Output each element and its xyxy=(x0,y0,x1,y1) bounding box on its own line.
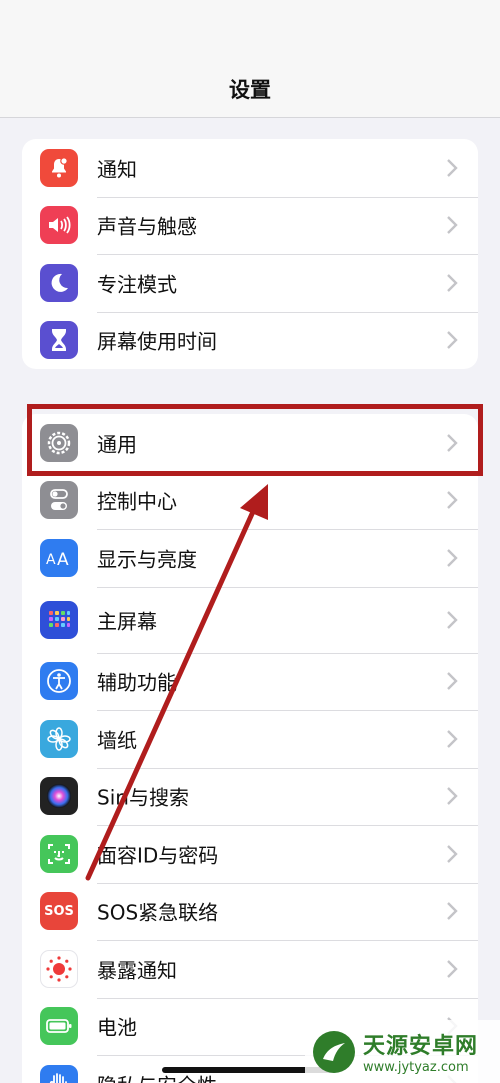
settings-item-display[interactable]: AA 显示与亮度 xyxy=(22,529,478,587)
settings-item-label: 专注模式 xyxy=(97,272,177,297)
settings-item-wallpaper[interactable]: 墙纸 xyxy=(22,710,478,768)
toggles-icon xyxy=(40,481,78,520)
settings-item-label: 墙纸 xyxy=(97,728,137,753)
sos-icon: SOS xyxy=(40,892,78,931)
flower-icon xyxy=(40,719,78,758)
accessibility-icon xyxy=(40,662,78,701)
chevron-right-icon xyxy=(447,548,458,567)
face-id-icon xyxy=(40,834,78,873)
svg-text:A: A xyxy=(46,552,56,568)
settings-item-sounds[interactable]: 声音与触感 xyxy=(22,196,478,255)
settings-item-label: 控制中心 xyxy=(97,489,177,514)
settings-item-label: 屏幕使用时间 xyxy=(97,329,217,354)
settings-item-accessibility[interactable]: 辅助功能 xyxy=(22,652,478,711)
settings-item-screen-time[interactable]: 屏幕使用时间 xyxy=(22,311,478,370)
page-title: 设置 xyxy=(229,78,271,102)
exposure-icon xyxy=(40,949,78,988)
settings-item-label: 显示与亮度 xyxy=(97,547,197,572)
settings-group-1: 通知 声音与触感 专注模式 屏幕使用时间 xyxy=(22,139,478,369)
settings-item-siri[interactable]: Siri与搜索 xyxy=(22,767,478,826)
settings-group-2: 通用 控制中心 AA 显示与亮度 主屏幕 辅助功能 墙纸 Siri与搜索 面容I… xyxy=(22,414,478,1083)
chevron-right-icon xyxy=(447,158,458,177)
chevron-right-icon xyxy=(447,844,458,863)
settings-item-label: 面容ID与密码 xyxy=(97,843,219,868)
app-grid-icon xyxy=(40,600,78,639)
notification-bell-icon xyxy=(40,148,78,187)
watermark-url: www.jytyaz.com xyxy=(363,1060,469,1075)
gear-icon xyxy=(40,423,78,462)
chevron-right-icon xyxy=(447,273,458,292)
settings-item-label: 辅助功能 xyxy=(97,670,177,695)
hourglass-icon xyxy=(40,321,78,360)
settings-item-label: 通知 xyxy=(97,157,137,182)
chevron-right-icon xyxy=(447,959,458,978)
speaker-icon xyxy=(40,206,78,245)
watermark: 天源安卓网 www.jytyaz.com xyxy=(305,1020,500,1083)
settings-item-control-center[interactable]: 控制中心 xyxy=(22,471,478,530)
battery-icon xyxy=(40,1007,78,1046)
settings-item-label: 声音与触感 xyxy=(97,214,197,239)
chevron-right-icon xyxy=(447,216,458,235)
watermark-logo-icon xyxy=(313,1030,355,1073)
chevron-right-icon xyxy=(447,672,458,691)
chevron-right-icon xyxy=(447,729,458,748)
moon-icon xyxy=(40,263,78,302)
chevron-right-icon xyxy=(447,902,458,921)
settings-item-label: 暴露通知 xyxy=(97,958,177,983)
chevron-right-icon xyxy=(447,491,458,510)
svg-text:A: A xyxy=(57,550,69,569)
settings-item-home-screen[interactable]: 主屏幕 xyxy=(22,586,478,653)
settings-item-face-id[interactable]: 面容ID与密码 xyxy=(22,825,478,883)
chevron-right-icon xyxy=(447,331,458,350)
text-size-icon: AA xyxy=(40,538,78,577)
settings-item-focus[interactable]: 专注模式 xyxy=(22,254,478,312)
settings-item-notifications[interactable]: 通知 xyxy=(22,139,478,197)
chevron-right-icon xyxy=(447,433,458,452)
chevron-right-icon xyxy=(447,610,458,629)
settings-item-label: Siri与搜索 xyxy=(97,785,190,810)
settings-item-emergency-sos[interactable]: SOS SOS紧急联络 xyxy=(22,882,478,941)
settings-item-general[interactable]: 通用 xyxy=(22,414,478,472)
settings-item-label: 通用 xyxy=(97,432,137,457)
siri-icon xyxy=(40,777,78,816)
settings-item-label: 电池 xyxy=(97,1015,137,1040)
settings-item-label: SOS紧急联络 xyxy=(97,900,219,925)
chevron-right-icon xyxy=(447,787,458,806)
settings-item-label: 主屏幕 xyxy=(97,609,157,633)
settings-item-exposure[interactable]: 暴露通知 xyxy=(22,940,478,998)
privacy-hand-icon xyxy=(40,1064,78,1083)
navigation-bar: 设置 xyxy=(0,0,500,118)
watermark-name: 天源安卓网 xyxy=(363,1034,479,1059)
